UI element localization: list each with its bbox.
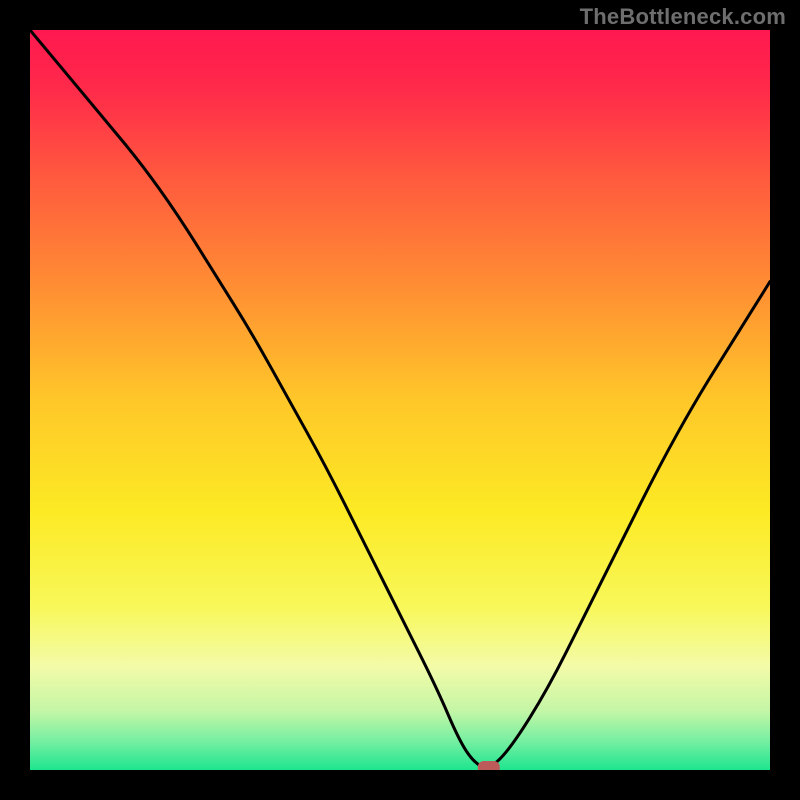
watermark-text: TheBottleneck.com xyxy=(580,4,786,30)
optimal-point-marker xyxy=(478,761,500,770)
chart-frame: TheBottleneck.com xyxy=(0,0,800,800)
bottleneck-chart xyxy=(30,30,770,770)
plot-area xyxy=(30,30,770,770)
gradient-background xyxy=(30,30,770,770)
